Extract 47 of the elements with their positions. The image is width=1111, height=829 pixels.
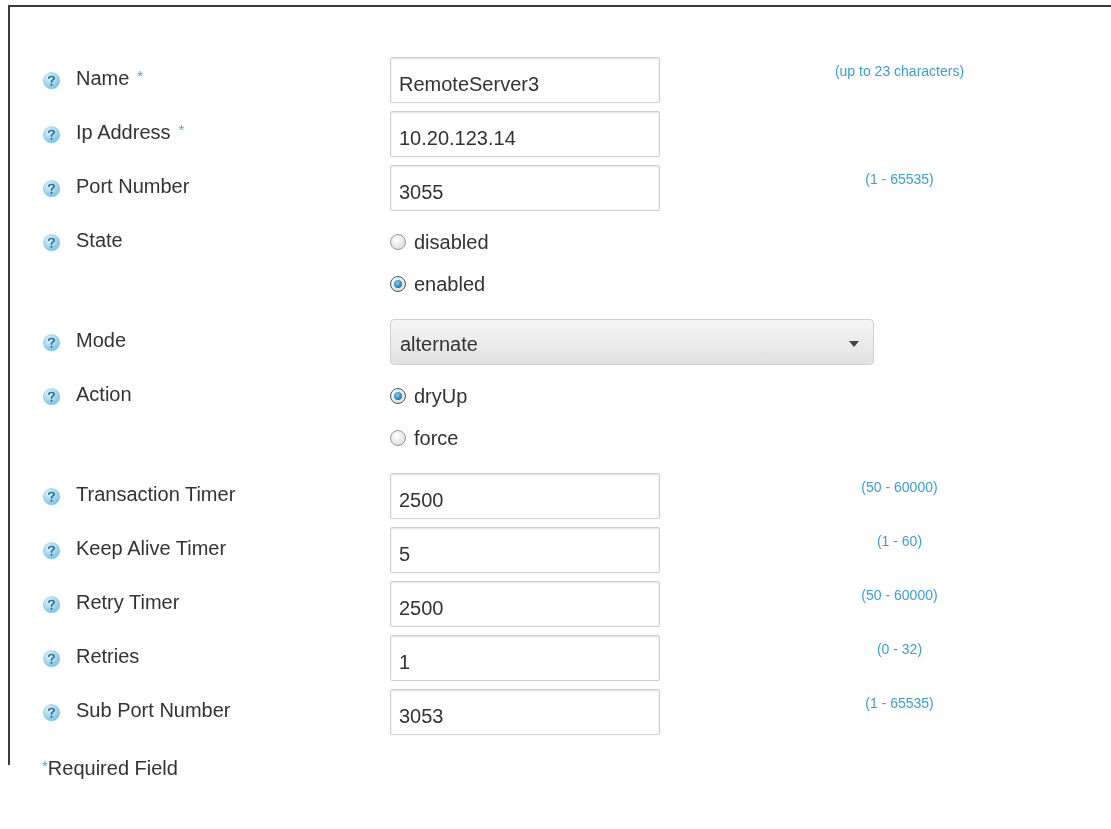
range-hint: (50 - 60000) xyxy=(861,587,939,603)
caret-icon xyxy=(849,341,859,347)
field-label: Port Number xyxy=(76,175,190,198)
field-label: Name xyxy=(76,67,130,90)
text-field[interactable]: 3055 xyxy=(390,165,660,211)
text-field[interactable]: 2500 xyxy=(390,473,660,519)
field-label: Ip Address xyxy=(76,121,171,144)
help-icon[interactable] xyxy=(42,703,61,722)
help-icon[interactable] xyxy=(42,595,61,614)
text-field[interactable]: 1 xyxy=(390,635,660,681)
radio-button[interactable] xyxy=(390,388,406,404)
text-field[interactable]: 5 xyxy=(390,527,660,573)
range-hint: (up to 23 characters) xyxy=(834,63,966,79)
text-field[interactable]: RemoteServer3 xyxy=(390,57,660,103)
help-icon[interactable] xyxy=(42,541,61,560)
help-icon[interactable] xyxy=(42,125,61,144)
help-icon[interactable] xyxy=(42,233,61,252)
radio-button[interactable] xyxy=(390,276,406,292)
help-icon[interactable] xyxy=(42,179,61,198)
required-note: Required Field xyxy=(47,757,178,780)
field-label: Action xyxy=(76,383,132,406)
field-label: Sub Port Number xyxy=(76,699,231,722)
required-mark: * xyxy=(178,121,185,138)
range-hint: (50 - 60000) xyxy=(861,479,939,495)
help-icon[interactable] xyxy=(42,333,61,352)
text-field[interactable]: 2500 xyxy=(390,581,660,627)
field-label: Retry Timer xyxy=(76,591,180,614)
radio-button[interactable] xyxy=(390,234,406,250)
mode-dropdown[interactable]: alternate xyxy=(390,319,874,365)
field-label: Mode xyxy=(76,329,127,352)
required-mark: * xyxy=(137,67,144,84)
help-icon[interactable] xyxy=(42,487,61,506)
text-field[interactable]: 10.20.123.14 xyxy=(390,111,660,157)
text-field[interactable]: 3053 xyxy=(390,689,660,735)
help-icon[interactable] xyxy=(42,71,61,90)
field-label: Keep Alive Timer xyxy=(76,537,227,560)
field-label: State xyxy=(76,229,123,252)
range-hint: (0 - 32) xyxy=(876,641,924,657)
field-label: Retries xyxy=(76,645,140,668)
help-icon[interactable] xyxy=(42,649,61,668)
range-hint: (1 - 60) xyxy=(876,533,924,549)
radio-button[interactable] xyxy=(390,430,406,446)
range-hint: (1 - 65535) xyxy=(865,695,935,711)
field-label: Transaction Timer xyxy=(76,483,236,506)
required-mark: * xyxy=(42,757,48,774)
range-hint: (1 - 65535) xyxy=(865,171,935,187)
help-icon[interactable] xyxy=(42,387,61,406)
